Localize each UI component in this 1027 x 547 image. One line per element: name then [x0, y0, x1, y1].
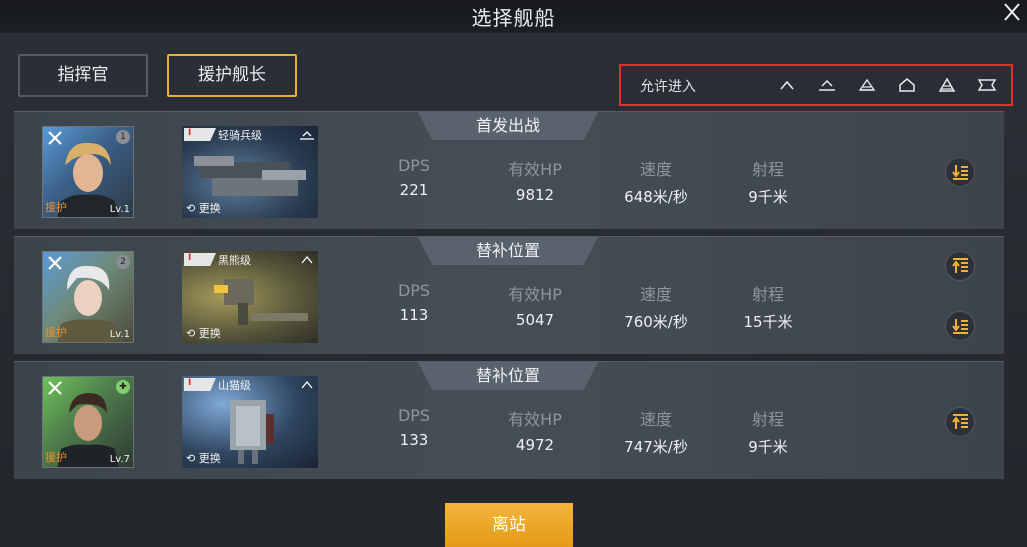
filter-label: 允许进入 [640, 79, 696, 95]
stat-speed: 速度 747米/秒 [624, 410, 688, 456]
allowed-entry-filter: 允许进入 [619, 64, 1013, 106]
captain-role: 援护 [45, 201, 67, 214]
move-up-button[interactable] [945, 407, 975, 437]
stat-dps: DPS 133 [397, 406, 431, 449]
captain-badge: ✚ [116, 380, 130, 394]
tab-commander[interactable]: 指挥官 [18, 54, 148, 97]
captain-level: Lv.1 [109, 204, 130, 215]
ship-card[interactable]: I 轻骑兵级 ⟲ 更换 [182, 126, 318, 218]
move-up-icon [952, 414, 968, 429]
captain-role: 援护 [45, 451, 67, 464]
tier-3-icon[interactable] [897, 76, 917, 94]
captain-badge: 2 [116, 255, 130, 269]
stat-dps: DPS 113 [397, 281, 431, 324]
captain-role: 援护 [45, 326, 67, 339]
stat-range: 射程 15千米 [743, 285, 793, 331]
captain-badge: 1 [116, 130, 130, 144]
stat-hp: 有效HP 4972 [508, 410, 562, 454]
swap-ship-button[interactable]: ⟲ 更换 [186, 450, 221, 466]
slot-position-label: 替补位置 [418, 362, 598, 390]
ship-card[interactable]: I 山猫级 ⟲ 更换 [182, 376, 318, 468]
page-title: 选择舰船 [471, 6, 556, 30]
chevron-up-icon[interactable] [777, 76, 797, 94]
swap-ship-button[interactable]: ⟲ 更换 [186, 200, 221, 216]
tier-4-icon[interactable] [937, 76, 957, 94]
close-icon[interactable] [1001, 0, 1023, 26]
captain-level: Lv.1 [109, 329, 130, 340]
move-down-button[interactable] [945, 311, 975, 341]
stat-speed: 速度 760米/秒 [624, 285, 688, 331]
fleet-slot-row: 首发出战 1 援护 Lv.1 I 轻骑兵级 ⟲ 更换 DPS 221 有效HP 98… [14, 111, 1004, 229]
ship-class: 轻骑兵级 [218, 129, 262, 142]
stat-dps: DPS 221 [397, 156, 431, 199]
stat-range: 射程 9千米 [748, 160, 788, 206]
move-up-icon [952, 258, 968, 273]
captain-level: Lv.7 [109, 454, 130, 465]
tier-2-icon[interactable] [857, 76, 877, 94]
move-down-icon [952, 165, 968, 180]
wrench-icon [46, 129, 64, 147]
slot-position-label: 首发出战 [418, 112, 598, 140]
captain-avatar[interactable]: 2 援护 Lv.1 [42, 251, 134, 343]
tab-support-captain[interactable]: 援护舰长 [167, 54, 297, 97]
stat-speed: 速度 648米/秒 [624, 160, 688, 206]
swap-ship-button[interactable]: ⟲ 更换 [186, 325, 221, 341]
leave-station-button[interactable]: 离站 [445, 503, 573, 547]
captain-avatar[interactable]: ✚ 援护 Lv.7 [42, 376, 134, 468]
ship-class: 山猫级 [218, 379, 251, 392]
top-bar: 选择舰船 [0, 0, 1027, 34]
captain-avatar[interactable]: 1 援护 Lv.1 [42, 126, 134, 218]
stat-range: 射程 9千米 [748, 410, 788, 456]
move-up-button[interactable] [945, 251, 975, 281]
ship-card[interactable]: I 黑熊级 ⟲ 更换 [182, 251, 318, 343]
fleet-slot-row: 替补位置 2 援护 Lv.1 I 黑熊级 ⟲ 更换 DPS 113 有效HP 504… [14, 236, 1004, 354]
chevron-up-icon [299, 377, 315, 391]
stat-hp: 有效HP 5047 [508, 285, 562, 329]
fleet-slot-row: 替补位置 ✚ 援护 Lv.7 I 山猫级 ⟲ 更换 DPS 133 有效HP 497… [14, 361, 1004, 479]
chevron-up-icon [299, 252, 315, 266]
tier-1-icon [299, 127, 315, 141]
move-down-button[interactable] [945, 157, 975, 187]
stat-hp: 有效HP 9812 [508, 160, 562, 204]
move-down-icon [952, 319, 968, 334]
wrench-icon [46, 254, 64, 272]
tier-1-icon[interactable] [817, 76, 837, 94]
ship-class: 黑熊级 [218, 254, 251, 267]
wrench-icon [46, 379, 64, 397]
tier-5-icon[interactable] [977, 76, 997, 94]
slot-position-label: 替补位置 [418, 237, 598, 265]
